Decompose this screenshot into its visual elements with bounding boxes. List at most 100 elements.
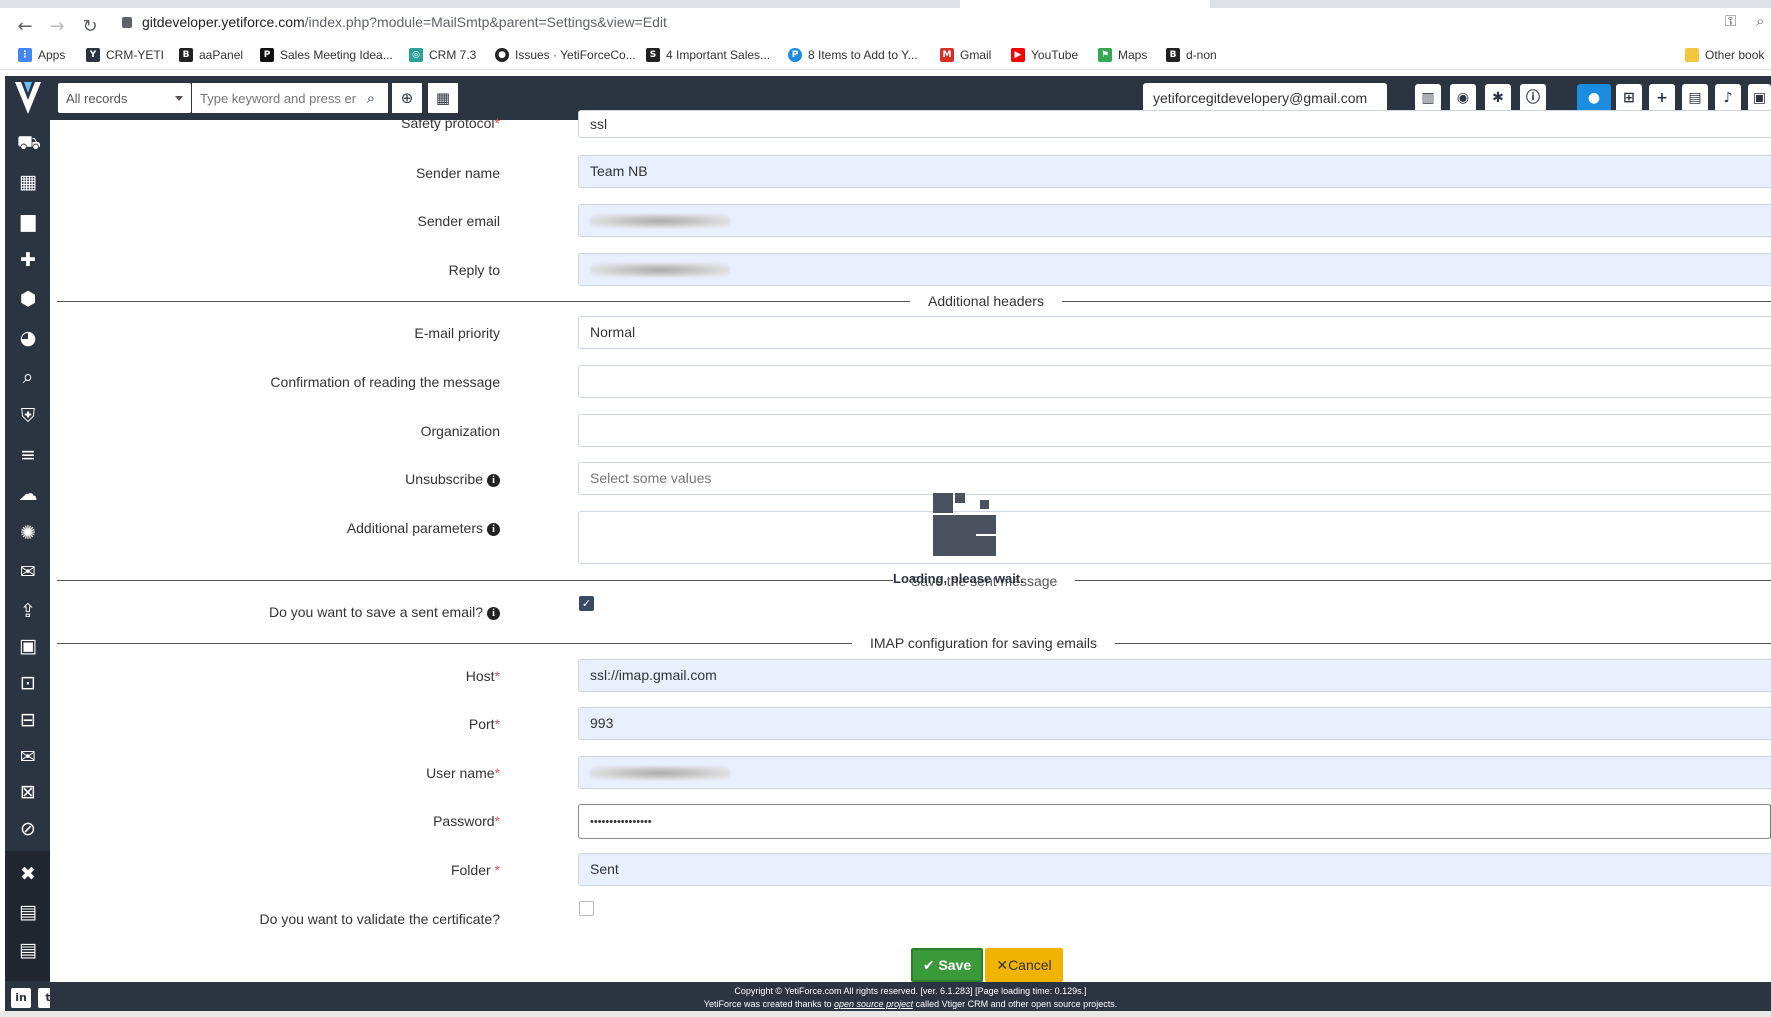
grid-button[interactable]: ▦ xyxy=(428,83,458,113)
confirmation-label: Confirmation of reading the message xyxy=(270,374,500,390)
bookmark-label: CRM 7.3 xyxy=(429,48,477,62)
cloud-icon[interactable]: ☁ xyxy=(17,483,39,505)
search-button[interactable]: ⌕ xyxy=(356,83,386,113)
save-button[interactable]: ✔ Save xyxy=(911,948,983,982)
server-icon[interactable]: ≡ xyxy=(17,444,39,466)
cube-icon[interactable]: ⬢ xyxy=(17,288,39,310)
quick-create-button[interactable]: ⊞ xyxy=(1616,84,1642,112)
info-button[interactable]: ⓘ xyxy=(1520,84,1546,112)
zoom-icon[interactable]: ⌕ xyxy=(1756,12,1764,30)
additional-parameters-label: Additional parameters i xyxy=(347,520,500,536)
password-label: Password* xyxy=(433,813,500,829)
document-edit-icon[interactable]: ▤ xyxy=(17,939,39,961)
bookmark-aapanel[interactable]: BaaPanel xyxy=(179,48,243,62)
bookmark-apps[interactable]: ⋮ Apps xyxy=(18,48,65,62)
bug-icon: ✱ xyxy=(1492,90,1504,106)
mail-queue-icon[interactable]: ⊠ xyxy=(17,781,39,803)
sidebar-lower: ✖ ▤ ▤ xyxy=(5,851,50,981)
organization-field[interactable] xyxy=(578,414,1771,447)
footer-credits: YetiForce was created thanks to open sou… xyxy=(703,999,1118,1009)
email-priority-select[interactable]: Normal xyxy=(578,316,1771,349)
key-icon[interactable]: ⚿ xyxy=(1725,12,1736,30)
briefcase-icon[interactable]: ▆ xyxy=(17,210,39,232)
browser-tabstrip xyxy=(0,0,1771,8)
chat-button[interactable]: ● xyxy=(1577,84,1611,112)
puzzle-icon[interactable]: ✚ xyxy=(17,249,39,271)
gear-icon[interactable]: ✺ xyxy=(17,522,39,544)
bookmark-youtube[interactable]: ▶ YouTube xyxy=(1011,48,1078,62)
plus-square-icon: ⊞ xyxy=(1623,90,1635,106)
info-icon[interactable]: i xyxy=(487,474,500,487)
bookmark-label: CRM-YETI xyxy=(106,48,164,62)
host-field[interactable]: ssl://imap.gmail.com xyxy=(578,659,1771,692)
bookmark-issues[interactable]: ● Issues · YetiForceCo... xyxy=(495,48,636,62)
report-bug-button[interactable]: ✱ xyxy=(1485,84,1511,112)
document-icon[interactable]: ▤ xyxy=(17,901,39,923)
password-field[interactable]: •••••••••••••••• xyxy=(578,804,1771,839)
mail-scan-icon[interactable]: ⊡ xyxy=(17,672,39,694)
notebook-button[interactable]: ▤ xyxy=(1682,84,1708,112)
cart-icon[interactable]: ⛟ xyxy=(17,132,41,154)
sender-name-field[interactable]: Team NB xyxy=(578,155,1771,188)
additional-parameters-textarea[interactable] xyxy=(578,511,1771,564)
safety-protocol-select[interactable]: ssl xyxy=(578,110,1771,138)
advanced-search-button[interactable]: ⊕ xyxy=(392,83,422,113)
bookmark-8-items[interactable]: P 8 Items to Add to Y... xyxy=(788,48,918,62)
port-label: Port* xyxy=(468,716,500,732)
bookmark-sales-meeting[interactable]: P Sales Meeting Idea... xyxy=(260,48,393,62)
maps-icon: ⚑ xyxy=(1098,48,1112,62)
unsubscribe-multiselect[interactable]: Select some values xyxy=(578,462,1771,495)
open-source-link[interactable]: open source project xyxy=(834,999,913,1009)
port-field[interactable]: 993 xyxy=(578,707,1771,740)
gmail-icon: M xyxy=(940,48,954,62)
sender-email-field[interactable] xyxy=(578,204,1771,237)
info-icon[interactable]: i xyxy=(487,607,500,620)
p-circle-icon: P xyxy=(788,48,802,62)
support-button[interactable]: ◉ xyxy=(1450,84,1476,112)
user-name-field[interactable] xyxy=(578,756,1771,789)
calendar-button[interactable]: ▣ xyxy=(1748,84,1771,112)
linkedin-icon[interactable]: in xyxy=(11,988,31,1008)
bookmark-other[interactable]: Other book xyxy=(1685,48,1764,62)
back-icon[interactable]: ← xyxy=(14,16,36,38)
mail-settings-icon[interactable]: ✉ xyxy=(17,561,39,583)
cancel-button[interactable]: ✕Cancel xyxy=(985,948,1063,982)
bookmark-d-non[interactable]: Bd-non xyxy=(1166,48,1217,62)
dashboard-icon[interactable]: ▦ xyxy=(17,171,39,193)
url-field[interactable]: gitdeveloper.yetiforce.com/index.php?mod… xyxy=(122,14,667,30)
reload-icon[interactable]: ↻ xyxy=(79,16,101,38)
info-icon[interactable]: i xyxy=(487,523,500,536)
shield-icon[interactable]: ⛨ xyxy=(17,405,39,427)
bookmark-crm73[interactable]: ◎ CRM 7.3 xyxy=(409,48,476,62)
validate-cert-checkbox[interactable] xyxy=(579,901,594,916)
tools-icon[interactable]: ✖ xyxy=(17,863,39,885)
add-button[interactable]: + xyxy=(1649,84,1675,112)
mail-contact-icon[interactable]: ⊟ xyxy=(17,709,39,731)
mail-template-icon[interactable]: ▣ xyxy=(17,635,39,657)
user-name-label: User name* xyxy=(426,765,500,781)
apps-grid-icon: ⋮ xyxy=(18,48,32,62)
bookmark-label: d-non xyxy=(1186,48,1217,62)
forward-icon[interactable]: → xyxy=(46,16,68,38)
mail-smtp-icon[interactable]: ⊘ xyxy=(17,818,39,840)
notifications-button[interactable]: ♪ xyxy=(1715,84,1741,112)
reply-to-field[interactable] xyxy=(578,253,1771,286)
active-tab[interactable] xyxy=(960,0,1210,8)
folder-field[interactable]: Sent xyxy=(578,853,1771,886)
bookmark-gmail[interactable]: M Gmail xyxy=(940,48,991,62)
bookmark-maps[interactable]: ⚑ Maps xyxy=(1098,48,1147,62)
palette-icon[interactable]: ◕ xyxy=(17,327,39,349)
chat-bubble-icon: ● xyxy=(1587,90,1601,106)
bookmark-important-sales[interactable]: S 4 Important Sales... xyxy=(646,48,770,62)
bookmark-crm-yeti[interactable]: Y CRM-YETI xyxy=(86,48,164,62)
knowledge-base-button[interactable]: ▥ xyxy=(1415,84,1441,112)
save-sent-checkbox[interactable]: ✓ xyxy=(579,596,594,611)
notebook-icon: ▤ xyxy=(1688,90,1702,106)
envelope-icon[interactable]: ✉ xyxy=(17,746,39,768)
records-select[interactable]: All records xyxy=(58,83,191,113)
app-logo[interactable] xyxy=(5,76,50,120)
confirmation-field[interactable] xyxy=(578,365,1771,398)
user-email-select[interactable]: yetiforcegitdevelopery@gmail.com xyxy=(1143,83,1387,113)
mail-upload-icon[interactable]: ⇪ xyxy=(17,600,39,622)
search-zoom-icon[interactable]: ⌕ xyxy=(17,366,39,388)
